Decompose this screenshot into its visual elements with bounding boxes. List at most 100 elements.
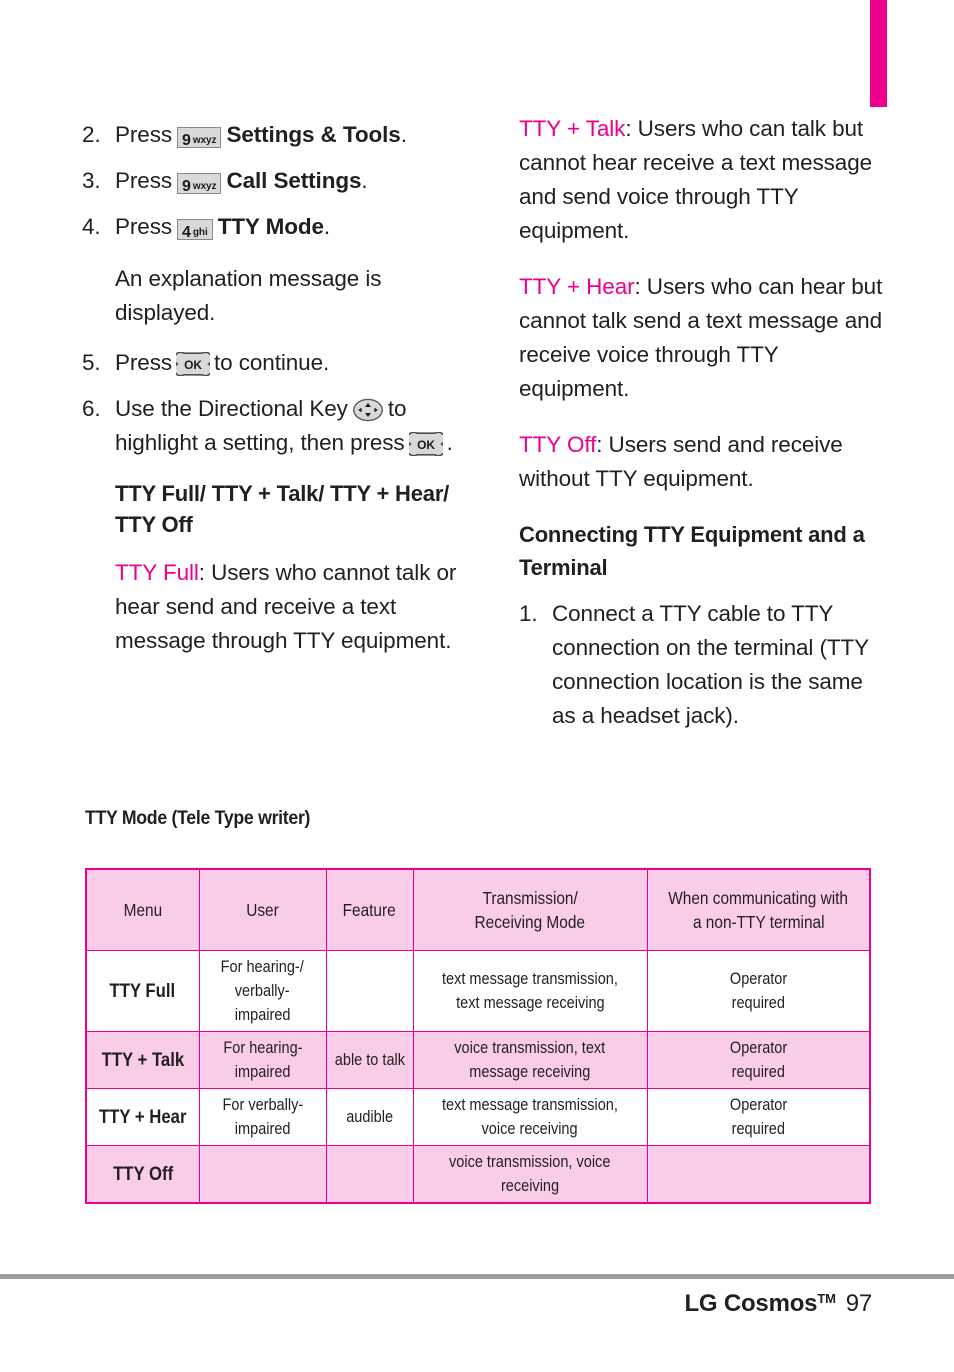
row-menu-label: TTY + Talk: [85, 1031, 200, 1089]
right-text-column: TTY + Talk: Users who can talk but canno…: [519, 112, 884, 745]
key-9-digit: 9: [182, 178, 191, 195]
left-text-column: 2. Press 9 wxyz Settings & Tools. 3. Press 9 wx…: [82, 118, 472, 670]
tty-hear-label: TTY + Hear: [519, 274, 635, 299]
step-5: 5. Press OK to continue.: [82, 346, 472, 380]
step-3-bold-label: Call Settings: [226, 168, 362, 193]
key-9-digit: 9: [182, 132, 191, 149]
table-row: TTY Full For hearing-/verbally-impaired …: [85, 950, 871, 1032]
col-header-mode-line2: Receiving Mode: [474, 912, 586, 932]
tty-talk-label: TTY + Talk: [519, 116, 626, 141]
row-menu-text: TTY + Hear: [98, 1106, 187, 1128]
tty-full-label: TTY Full: [115, 560, 199, 585]
key-4-digit: 4: [182, 224, 191, 241]
row-when-line1: Operator: [729, 1096, 787, 1114]
row-feature: [325, 950, 414, 1032]
row-mode-line1: text message transmission,: [442, 1096, 618, 1114]
row-when-line1: Operator: [729, 970, 787, 988]
row-mode: voice transmission, text message receivin…: [412, 1031, 648, 1089]
svg-text:OK: OK: [184, 358, 202, 372]
key-9-wxyz-icon: 9 wxyz: [177, 173, 222, 195]
directional-key-icon: [352, 398, 384, 422]
table-caption: TTY Mode (Tele Type writer): [85, 808, 311, 829]
table-header-row: Menu User Feature Transmission/Receiving…: [85, 868, 871, 951]
row-user-line1: For hearing-: [222, 1039, 303, 1057]
step-4-bold-label: TTY Mode: [217, 214, 324, 239]
row-user: [198, 1145, 327, 1204]
row-menu-label: TTY Off: [85, 1145, 200, 1204]
key-4-letters: ghi: [192, 227, 208, 238]
table-row: TTY + Hear For verbally-impaired audible…: [85, 1088, 871, 1146]
tty-mode-table: Menu User Feature Transmission/Receiving…: [85, 868, 871, 1204]
explanation-note: An explanation message is displayed.: [115, 266, 382, 325]
step-2-tail: .: [400, 122, 407, 147]
row-menu-text: TTY Off: [112, 1163, 173, 1185]
row-mode-line1: voice transmission, voice: [449, 1153, 611, 1171]
row-mode-line2: message receiving: [469, 1063, 591, 1081]
connect-step-1-number: 1.: [519, 601, 538, 626]
step-2-number: 2.: [82, 122, 101, 147]
table-row: TTY + Talk For hearing-impaired able to …: [85, 1031, 871, 1089]
step-3-tail: .: [361, 168, 368, 193]
row-mode: text message transmission, voice receivin…: [412, 1088, 648, 1146]
row-user-line2: impaired: [234, 1063, 291, 1081]
row-user: For hearing-/ verbally-impaired: [198, 950, 327, 1032]
step-2-lead: Press: [115, 122, 173, 147]
step-6-tail: .: [446, 430, 453, 455]
col-header-mode-line1: Transmission/: [482, 888, 578, 908]
row-feature: able to talk: [325, 1031, 414, 1089]
page-edge-tab: [870, 0, 887, 107]
step-5-tail: to continue.: [214, 350, 330, 375]
row-when: Operator required: [646, 1031, 871, 1089]
step-4-tail: .: [323, 214, 331, 239]
row-when-line2: required: [731, 1063, 785, 1081]
step-3: 3. Press 9 wxyz Call Settings.: [82, 164, 472, 198]
step-4: 4. Press 4 ghi TTY Mode.: [82, 210, 472, 244]
connect-step-1: 1. Connect a TTY cable to TTY connection …: [519, 597, 884, 733]
tty-full-paragraph: TTY Full: Users who cannot talk or hear …: [115, 556, 472, 658]
col-header-when: When communicating with a non-TTY termina…: [646, 868, 871, 951]
tty-hear-paragraph: TTY + Hear: Users who can hear but canno…: [519, 270, 884, 406]
step-6: 6. Use the Directional Key to highlight a …: [82, 392, 472, 460]
row-user-line2: verbally-: [235, 982, 290, 1000]
step-2: 2. Press 9 wxyz Settings & Tools.: [82, 118, 472, 152]
svg-text:OK: OK: [417, 438, 435, 452]
page-number: 97: [845, 1290, 872, 1317]
row-user-line1: For hearing-/: [220, 958, 305, 976]
footer-brand: LG Cosmos: [684, 1290, 818, 1317]
key-9-letters: wxyz: [192, 181, 217, 192]
row-user: For verbally-impaired: [198, 1088, 327, 1146]
tty-modes-subheading: TTY Full/ TTY + Talk/ TTY + Hear/ TTY Of…: [115, 481, 450, 537]
step-4-lead: Press: [115, 214, 173, 239]
step-6-lead: Use the Directional Key: [115, 396, 348, 421]
col-header-mode: Transmission/Receiving Mode: [412, 868, 648, 951]
col-header-user-text: User: [246, 900, 279, 920]
row-feature: audible: [325, 1088, 414, 1146]
row-menu-text: TTY + Talk: [101, 1049, 185, 1071]
trademark-symbol: TM: [817, 1291, 836, 1306]
ok-key-icon: OK: [176, 352, 211, 376]
row-menu-label: TTY + Hear: [85, 1088, 200, 1146]
step-6-number: 6.: [82, 396, 101, 421]
col-header-feature-text: Feature: [342, 900, 397, 920]
row-mode-line1: voice transmission, text: [454, 1039, 606, 1057]
row-menu-label: TTY Full: [85, 950, 200, 1032]
col-header-when-line1: When communicating with: [668, 888, 849, 908]
connect-step-1-text: Connect a TTY cable to TTY connection on…: [552, 601, 869, 728]
row-when-line2: required: [731, 1120, 785, 1138]
row-user-line2: impaired: [234, 1120, 291, 1138]
row-feature-text: able to talk: [334, 1051, 405, 1069]
row-feature: [325, 1145, 414, 1204]
row-user-line1: For verbally-: [222, 1096, 303, 1114]
step-3-lead: Press: [115, 168, 173, 193]
tty-off-label: TTY Off: [519, 432, 597, 457]
ok-key-icon: OK: [408, 432, 443, 456]
row-mode-line2: text message receiving: [455, 994, 605, 1012]
step-3-number: 3.: [82, 168, 101, 193]
tty-off-paragraph: TTY Off: Users send and receive without …: [519, 428, 884, 496]
col-header-menu: Menu: [85, 868, 200, 951]
row-mode-line2: voice receiving: [481, 1120, 579, 1138]
row-mode: text message transmission, text message r…: [412, 950, 648, 1032]
row-user: For hearing-impaired: [198, 1031, 327, 1089]
footer-divider: [0, 1274, 954, 1279]
col-header-menu-text: Menu: [123, 900, 163, 920]
